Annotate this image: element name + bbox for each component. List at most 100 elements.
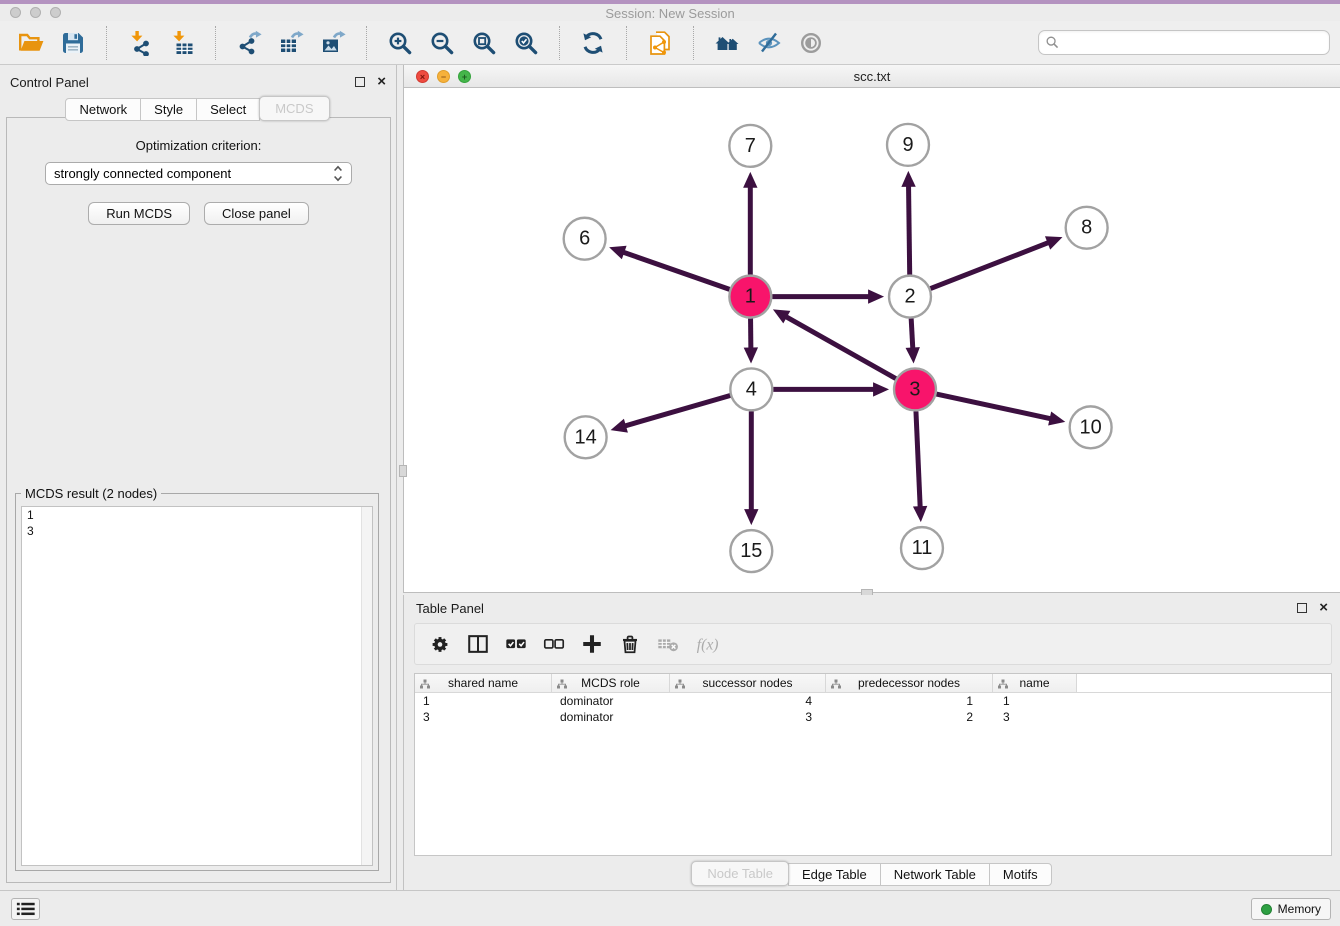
graph-edge-1-2[interactable] xyxy=(772,289,884,303)
apply-layout-icon xyxy=(580,30,606,56)
column-header-name[interactable]: name xyxy=(993,674,1077,692)
run-mcds-button[interactable]: Run MCDS xyxy=(88,202,190,225)
table-cell[interactable]: dominator xyxy=(552,693,670,709)
tab-network[interactable]: Network xyxy=(65,98,141,121)
graph-node-1[interactable]: 1 xyxy=(729,276,771,318)
table-cell[interactable]: 3 xyxy=(993,709,1077,725)
control-panel-close-button[interactable]: × xyxy=(377,77,386,87)
optimization-criterion-label: Optimization criterion: xyxy=(7,138,390,153)
open-session-button[interactable] xyxy=(15,27,47,59)
graph-node-3[interactable]: 3 xyxy=(894,368,936,410)
unselect-all-button[interactable] xyxy=(541,631,567,657)
graph-edge-1-6[interactable] xyxy=(609,246,729,290)
zoom-fit-button[interactable] xyxy=(468,27,500,59)
export-image-button[interactable] xyxy=(317,27,349,59)
control-panel-float-button[interactable] xyxy=(355,77,365,87)
zoom-out-button[interactable] xyxy=(426,27,458,59)
table-panel-float-button[interactable] xyxy=(1297,603,1307,613)
table-cell[interactable]: 1 xyxy=(826,693,993,709)
column-header-successor-nodes[interactable]: successor nodes xyxy=(670,674,826,692)
table-cell[interactable]: dominator xyxy=(552,709,670,725)
optimization-criterion-select[interactable]: strongly connected component xyxy=(45,162,352,185)
graph-edge-2-9[interactable] xyxy=(901,171,915,275)
result-scrollbar[interactable] xyxy=(361,507,372,865)
table-cell[interactable]: 3 xyxy=(670,709,826,725)
graph-edge-2-3[interactable] xyxy=(906,319,920,364)
graph-edge-4-14[interactable] xyxy=(611,396,731,433)
clone-network-button[interactable] xyxy=(644,27,676,59)
graph-node-4[interactable]: 4 xyxy=(730,368,772,410)
graph-edge-3-11[interactable] xyxy=(913,411,927,522)
home-button[interactable] xyxy=(711,27,743,59)
show-graphics-details-button[interactable] xyxy=(795,27,827,59)
search-icon xyxy=(1045,35,1060,50)
tab-motifs[interactable]: Motifs xyxy=(989,863,1052,886)
table-panel-close-button[interactable]: × xyxy=(1319,603,1328,613)
table-cell[interactable]: 1 xyxy=(993,693,1077,709)
graph-node-11[interactable]: 11 xyxy=(901,527,943,569)
panel-splitter-handle[interactable] xyxy=(399,465,407,477)
graph-node-6[interactable]: 6 xyxy=(564,218,606,260)
add-button[interactable] xyxy=(579,631,605,657)
column-header-shared-name[interactable]: shared name xyxy=(415,674,552,692)
delete-button[interactable] xyxy=(617,631,643,657)
graph-edge-3-1[interactable] xyxy=(773,309,896,378)
graph-node-7[interactable]: 7 xyxy=(729,125,771,167)
settings-gear-icon xyxy=(428,632,452,656)
settings-gear-button[interactable] xyxy=(427,631,453,657)
column-layout-button[interactable] xyxy=(465,631,491,657)
show-panels-button[interactable] xyxy=(11,898,40,920)
memory-button[interactable]: Memory xyxy=(1251,898,1331,920)
graph-edge-4-3[interactable] xyxy=(773,382,889,396)
graph-node-8[interactable]: 8 xyxy=(1066,207,1108,249)
select-all-button[interactable] xyxy=(503,631,529,657)
float-icon xyxy=(355,77,365,87)
table-cell[interactable]: 4 xyxy=(670,693,826,709)
zoom-selected-button[interactable] xyxy=(510,27,542,59)
tab-network-table[interactable]: Network Table xyxy=(880,863,990,886)
graph-node-10[interactable]: 10 xyxy=(1070,406,1112,448)
column-header-predecessor-nodes[interactable]: predecessor nodes xyxy=(826,674,993,692)
result-item[interactable]: 3 xyxy=(22,523,372,539)
export-table-button[interactable] xyxy=(275,27,307,59)
import-network-button[interactable] xyxy=(124,27,156,59)
tab-style[interactable]: Style xyxy=(140,98,197,121)
graph-edge-3-10[interactable] xyxy=(936,394,1065,425)
result-item[interactable]: 1 xyxy=(22,507,372,523)
tab-mcds[interactable]: MCDS xyxy=(259,96,329,121)
control-panel-title: Control Panel xyxy=(10,75,89,90)
search-input[interactable] xyxy=(1060,35,1323,50)
mcds-result-list[interactable]: 13 xyxy=(21,506,373,866)
unselect-all-icon xyxy=(542,632,566,656)
graph-node-9[interactable]: 9 xyxy=(887,124,929,166)
delete-table-button xyxy=(655,631,681,657)
svg-text:6: 6 xyxy=(579,228,590,250)
stepper-icon xyxy=(333,165,343,182)
hide-graphics-details-button[interactable] xyxy=(753,27,785,59)
zoom-in-button[interactable] xyxy=(384,27,416,59)
export-network-button[interactable] xyxy=(233,27,265,59)
network-canvas[interactable]: 7 9 6 8 1 2 4 3 14 10 15 11 xyxy=(404,88,1340,592)
clone-network-icon xyxy=(647,30,673,56)
tab-edge-table[interactable]: Edge Table xyxy=(788,863,881,886)
table-cell[interactable]: 1 xyxy=(415,693,552,709)
column-header-MCDS-role[interactable]: MCDS role xyxy=(552,674,670,692)
tab-node-table[interactable]: Node Table xyxy=(691,861,789,886)
table-cell[interactable]: 2 xyxy=(826,709,993,725)
graph-edge-1-7[interactable] xyxy=(743,172,757,275)
table-cell[interactable]: 3 xyxy=(415,709,552,725)
close-icon: × xyxy=(377,77,386,87)
import-table-button[interactable] xyxy=(166,27,198,59)
tab-select[interactable]: Select xyxy=(196,98,260,121)
graph-node-14[interactable]: 14 xyxy=(565,416,607,458)
graph-edge-2-8[interactable] xyxy=(930,236,1062,288)
save-session-button[interactable] xyxy=(57,27,89,59)
memory-status-icon xyxy=(1261,904,1272,915)
apply-layout-button[interactable] xyxy=(577,27,609,59)
graph-node-15[interactable]: 15 xyxy=(730,530,772,572)
graph-node-2[interactable]: 2 xyxy=(889,276,931,318)
close-panel-button[interactable]: Close panel xyxy=(204,202,309,225)
main-toolbar xyxy=(0,21,1340,65)
graph-edge-1-4[interactable] xyxy=(744,319,758,364)
graph-edge-4-15[interactable] xyxy=(744,411,758,525)
